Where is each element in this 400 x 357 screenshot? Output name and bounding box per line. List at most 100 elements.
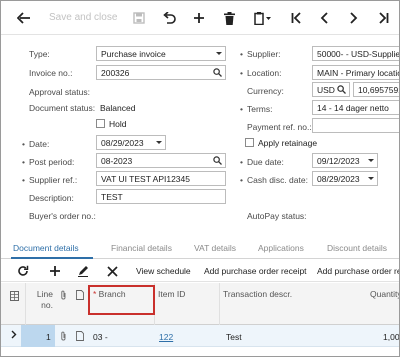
edit-icon[interactable] (77, 264, 89, 278)
currency-rate-value: 10,6957591 (358, 84, 400, 95)
first-record-icon[interactable] (286, 8, 306, 28)
attachment-header-icon (60, 290, 67, 303)
column-header-line-no[interactable]: Line no. (35, 289, 53, 311)
column-separator (219, 283, 220, 325)
document-status-label: Document status: (29, 103, 96, 113)
tab-vat-details[interactable]: VAT details (194, 243, 236, 253)
post-period-field[interactable]: 08-2023 (96, 153, 226, 168)
grid-header: Line no. * Branch Item ID Transaction de… (1, 283, 399, 325)
cell-branch[interactable]: 03 - (93, 332, 108, 342)
note-header-icon (76, 290, 84, 303)
apply-retainage-checkbox[interactable] (245, 138, 254, 147)
description-value: TEST (101, 191, 123, 202)
row-indicator-icon (11, 330, 17, 341)
invoice-no-value: 200326 (101, 67, 130, 78)
location-field[interactable]: MAIN - Primary location (312, 65, 400, 80)
supplier-field[interactable]: 50000- - USD-Supplier (312, 46, 400, 61)
active-tab-indicator (11, 257, 93, 259)
post-period-label: Post period: (22, 157, 74, 167)
cell-line-no[interactable]: 1 (46, 332, 51, 342)
type-value: Purchase invoice (101, 48, 166, 59)
search-icon[interactable] (213, 156, 222, 167)
search-icon[interactable] (337, 85, 346, 96)
supplier-ref-value: VAT UI TEST API12345 (101, 173, 190, 184)
column-settings-icon[interactable] (10, 291, 19, 304)
due-date-label: Due date: (240, 157, 284, 167)
copy-paste-icon[interactable] (251, 8, 275, 28)
chevron-down-icon[interactable] (368, 177, 374, 180)
currency-value: USD (317, 84, 335, 95)
tab-applications[interactable]: Applications (258, 243, 304, 253)
tab-financial-details[interactable]: Financial details (111, 243, 172, 253)
currency-rate-field[interactable]: 10,6957591 (353, 82, 400, 97)
due-date-field[interactable]: 09/12/2023 (312, 153, 378, 168)
save-and-close-button[interactable]: Save and close (49, 12, 117, 23)
due-date-value: 09/12/2023 (317, 155, 360, 166)
note-icon[interactable] (76, 331, 84, 343)
close-icon[interactable] (107, 264, 118, 278)
undo-icon[interactable] (159, 8, 179, 28)
next-record-icon[interactable] (344, 8, 364, 28)
cell-quantity[interactable]: 1,00 (383, 332, 399, 342)
chevron-down-icon (216, 52, 222, 55)
payment-ref-label: Payment ref. no.: (247, 122, 312, 132)
add-icon[interactable] (189, 8, 209, 28)
chevron-down-icon[interactable] (368, 159, 374, 162)
hold-checkbox[interactable] (96, 119, 105, 128)
hold-label: Hold (109, 119, 127, 129)
cell-transaction-descr[interactable]: Test (226, 332, 242, 342)
date-value: 08/29/2023 (101, 137, 144, 148)
type-select[interactable]: Purchase invoice (96, 46, 226, 61)
view-schedule-button[interactable]: View schedule (136, 266, 191, 276)
description-field[interactable]: TEST (96, 189, 226, 204)
refresh-icon[interactable] (17, 264, 29, 278)
terms-label: Terms: (240, 104, 272, 114)
search-icon[interactable] (213, 68, 222, 79)
document-header-form: Type: Purchase invoice Invoice no.: 2003… (1, 36, 400, 236)
supplier-ref-label: Supplier ref.: (22, 175, 77, 185)
buyers-order-label: Buyer's order no.: (29, 211, 96, 221)
post-period-value: 08-2023 (101, 155, 133, 166)
purchase-invoice-screen: Save and close Type: Purchase invoice In… (0, 0, 400, 357)
main-toolbar: Save and close (1, 1, 399, 35)
add-row-icon[interactable] (49, 264, 61, 278)
cash-disc-label: Cash disc. date: (240, 175, 308, 185)
previous-record-icon[interactable] (314, 8, 334, 28)
terms-field[interactable]: 14 - 14 dager netto (312, 100, 399, 115)
cash-disc-field[interactable]: 08/29/2023 (312, 171, 378, 186)
column-separator (25, 283, 26, 325)
payment-ref-field[interactable] (312, 118, 399, 133)
autopay-status-label: AutoPay status: (247, 211, 307, 221)
terms-value: 14 - 14 dager netto (317, 102, 389, 113)
attachment-icon[interactable] (60, 331, 67, 343)
detail-tabs: Document details Financial details VAT d… (1, 238, 399, 259)
supplier-label: Supplier: (240, 49, 280, 59)
cell-item-id-link[interactable]: 122 (159, 332, 173, 342)
save-icon[interactable] (129, 8, 149, 28)
back-arrow-icon[interactable] (13, 8, 35, 28)
last-record-icon[interactable] (373, 8, 393, 28)
supplier-value: 50000- - USD-Supplier (317, 48, 400, 59)
add-purchase-order-receipt-line-button[interactable]: Add purchase order rec (317, 266, 399, 276)
grid-toolbar: View schedule Add purchase order receipt… (1, 260, 399, 282)
location-label: Location: (240, 68, 281, 78)
add-purchase-order-receipt-button[interactable]: Add purchase order receipt (204, 266, 307, 276)
column-header-item-id[interactable]: Item ID (158, 289, 185, 300)
date-field[interactable]: 08/29/2023 (96, 135, 166, 150)
invoice-no-label: Invoice no.: (29, 68, 73, 78)
tab-discount-details[interactable]: Discount details (327, 243, 387, 253)
column-header-transaction-descr[interactable]: Transaction descr. (223, 289, 292, 300)
table-row[interactable]: 1 03 - 122 Test 1,00 (1, 325, 399, 347)
location-value: MAIN - Primary location (317, 67, 400, 78)
supplier-ref-field[interactable]: VAT UI TEST API12345 (96, 171, 226, 186)
delete-icon[interactable] (219, 8, 239, 28)
cash-disc-value: 08/29/2023 (317, 173, 360, 184)
currency-field[interactable]: USD (312, 82, 350, 97)
chevron-down-icon[interactable] (156, 141, 162, 144)
tab-document-details[interactable]: Document details (13, 243, 79, 253)
date-label: Date: (22, 139, 49, 149)
invoice-no-field[interactable]: 200326 (96, 65, 226, 80)
column-header-quantity[interactable]: Quantity (370, 289, 399, 300)
description-label: Description: (29, 193, 74, 203)
document-status-value: Balanced (100, 103, 136, 113)
